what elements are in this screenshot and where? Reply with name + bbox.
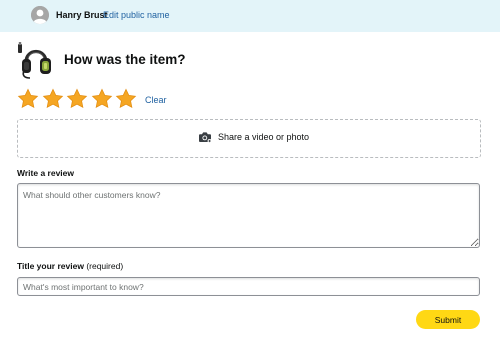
star-1-icon[interactable] [17, 88, 39, 110]
submit-button[interactable]: Submit [416, 310, 480, 329]
share-media-dropzone[interactable]: Share a video or photo [17, 119, 481, 158]
share-media-label: Share a video or photo [218, 132, 310, 142]
review-label: Write a review [17, 168, 75, 178]
title-label-text: Title your review [17, 261, 84, 271]
review-textarea[interactable] [17, 183, 480, 248]
star-2-icon[interactable] [42, 88, 64, 110]
headset-product-image [16, 40, 56, 80]
edit-public-name-link[interactable]: Edit public name [103, 10, 170, 20]
required-indicator: (required) [86, 261, 124, 271]
camera-icon [198, 131, 212, 143]
rating-heading: How was the item? [64, 52, 186, 67]
share-media-content: Share a video or photo [198, 131, 309, 143]
title-label: Title your review (required) [17, 261, 123, 271]
star-5-icon[interactable] [115, 88, 137, 110]
clear-rating-link[interactable]: Clear [145, 95, 167, 105]
user-name: Hanry Brust [56, 10, 108, 20]
star-3-icon[interactable] [66, 88, 88, 110]
user-silhouette-icon [31, 6, 49, 24]
review-title-input[interactable] [17, 277, 480, 296]
star-4-icon[interactable] [91, 88, 113, 110]
profile-bar: Hanry Brust Edit public name [0, 0, 500, 32]
star-rating[interactable] [17, 88, 140, 110]
